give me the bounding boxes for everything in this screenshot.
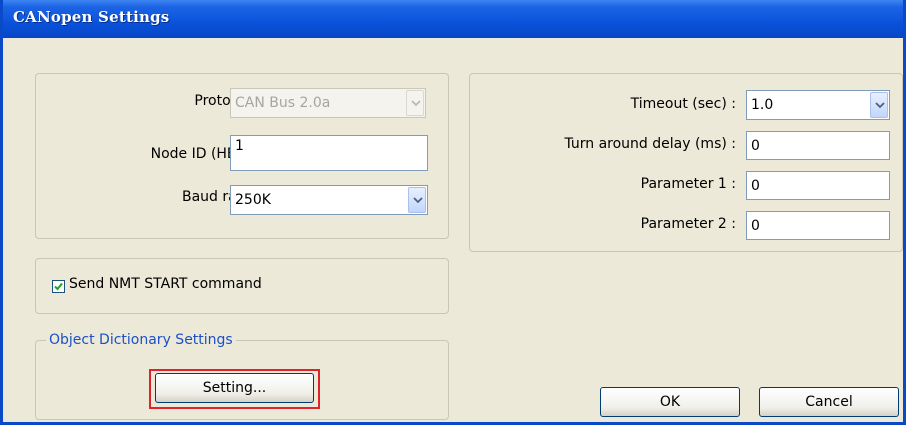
connection-group: Protocol : CAN Bus 2.0a Node ID (HEX) : … (35, 73, 449, 239)
timeout-value: 1.0 (751, 97, 774, 113)
timing-group: Timeout (sec) : 1.0 Turn around delay (m… (469, 73, 903, 252)
parameter-1-value: 0 (751, 178, 760, 194)
chevron-down-icon[interactable] (870, 92, 888, 118)
parameter-1-input[interactable]: 0 (746, 171, 890, 200)
parameter-2-label: Parameter 2 : (640, 216, 736, 232)
setting-button[interactable]: Setting... (155, 373, 314, 403)
turnaround-input[interactable]: 0 (746, 131, 890, 160)
window-title: CANopen Settings (13, 8, 170, 26)
turnaround-label: Turn around delay (ms) : (564, 136, 736, 152)
chevron-down-icon (406, 90, 424, 116)
turnaround-value: 0 (751, 138, 760, 154)
timeout-select[interactable]: 1.0 (746, 90, 890, 120)
cancel-button[interactable]: Cancel (759, 387, 899, 417)
chevron-down-icon[interactable] (408, 187, 426, 213)
send-nmt-start-checkbox[interactable] (52, 280, 65, 293)
nmt-group: Send NMT START command (35, 258, 449, 314)
checkmark-icon (54, 282, 63, 291)
title-bar: CANopen Settings (3, 0, 903, 38)
parameter-2-input[interactable]: 0 (746, 211, 890, 240)
canopen-settings-dialog: CANopen Settings Protocol : CAN Bus 2.0a… (0, 0, 906, 425)
ok-button[interactable]: OK (600, 387, 740, 417)
node-id-input[interactable]: 1 (230, 135, 428, 171)
baud-rate-value: 250K (235, 192, 271, 208)
parameter-1-label: Parameter 1 : (640, 176, 736, 192)
timeout-label: Timeout (sec) : (630, 96, 736, 112)
protocol-select: CAN Bus 2.0a (230, 88, 426, 118)
baud-rate-select[interactable]: 250K (230, 185, 428, 215)
send-nmt-start-label[interactable]: Send NMT START command (69, 276, 262, 292)
object-dictionary-group: Object Dictionary Settings Setting... (35, 331, 449, 420)
protocol-value: CAN Bus 2.0a (235, 95, 331, 111)
parameter-2-value: 0 (751, 218, 760, 234)
node-id-value: 1 (235, 138, 244, 154)
object-dictionary-legend: Object Dictionary Settings (46, 331, 236, 349)
